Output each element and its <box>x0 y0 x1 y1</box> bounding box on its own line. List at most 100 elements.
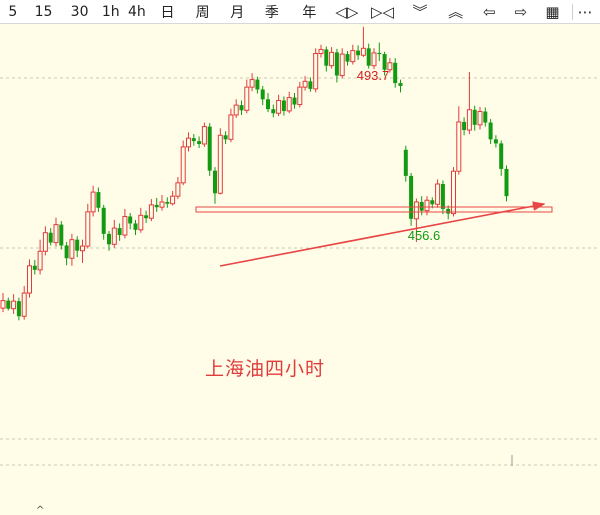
more-icon[interactable]: ⋯ <box>570 0 600 24</box>
candle[interactable] <box>75 236 80 258</box>
candle[interactable] <box>334 48 339 83</box>
candle[interactable] <box>488 119 493 144</box>
candle[interactable] <box>477 106 483 130</box>
candle[interactable] <box>360 26 366 57</box>
candle[interactable] <box>233 99 239 118</box>
candle[interactable] <box>244 79 250 114</box>
double-chevron-down-icon[interactable]: ︾ <box>400 0 440 24</box>
candle[interactable] <box>403 145 408 182</box>
candle[interactable] <box>286 91 292 114</box>
candle[interactable] <box>59 221 64 250</box>
candle[interactable] <box>122 208 128 239</box>
period-week-button[interactable]: 周 <box>185 0 221 24</box>
candle[interactable] <box>266 92 270 113</box>
candle[interactable] <box>456 106 462 175</box>
candle[interactable] <box>451 167 456 217</box>
candle[interactable] <box>324 46 329 72</box>
arrow-left-icon[interactable]: ⇦ <box>471 0 507 24</box>
candle[interactable] <box>345 51 350 66</box>
trendline-arrow[interactable] <box>219 201 546 267</box>
candle[interactable] <box>440 180 445 215</box>
candle[interactable] <box>213 167 217 204</box>
candle[interactable] <box>159 195 165 211</box>
candle[interactable] <box>409 172 414 226</box>
candle[interactable] <box>85 203 91 249</box>
candle[interactable] <box>398 79 403 93</box>
candle[interactable] <box>186 132 191 152</box>
candle[interactable] <box>271 104 276 118</box>
candle[interactable] <box>504 165 509 202</box>
candle[interactable] <box>377 42 382 62</box>
period-day-button[interactable]: 日 <box>150 0 185 24</box>
candle[interactable] <box>308 77 313 92</box>
candle[interactable] <box>313 48 319 93</box>
double-chevron-up-icon[interactable]: ︽ <box>440 0 472 24</box>
candle[interactable] <box>101 204 106 240</box>
candle[interactable] <box>165 197 170 208</box>
candle[interactable] <box>154 197 159 212</box>
period-30min-button[interactable]: 30 <box>61 0 98 24</box>
candle[interactable] <box>128 213 133 230</box>
candle[interactable] <box>197 136 202 149</box>
candle[interactable] <box>48 228 53 246</box>
candle[interactable] <box>371 48 377 70</box>
candle[interactable] <box>339 48 345 79</box>
candle[interactable] <box>483 107 488 127</box>
candle[interactable] <box>281 96 286 116</box>
candle[interactable] <box>466 72 472 135</box>
period-month-button[interactable]: 月 <box>220 0 254 24</box>
candle[interactable] <box>117 223 122 241</box>
candle[interactable] <box>0 293 6 313</box>
diamond-left-icon[interactable]: ◁▷ <box>329 0 365 24</box>
arrow-right-icon[interactable]: ⇨ <box>507 0 535 24</box>
candle[interactable] <box>292 92 297 109</box>
candle[interactable] <box>6 297 11 311</box>
candle[interactable] <box>329 47 335 69</box>
candle[interactable] <box>144 210 149 223</box>
period-season-button[interactable]: 季 <box>254 0 290 24</box>
candle[interactable] <box>111 219 117 248</box>
candle[interactable] <box>393 58 398 88</box>
bowtie-icon[interactable]: ▷◁ <box>365 0 401 24</box>
candle[interactable] <box>356 45 361 60</box>
candle[interactable] <box>53 217 59 247</box>
candle[interactable] <box>462 117 467 136</box>
candle[interactable] <box>138 207 144 233</box>
candle[interactable] <box>472 105 477 131</box>
candle[interactable] <box>96 187 101 212</box>
candle[interactable] <box>191 134 196 146</box>
period-year-button[interactable]: 年 <box>290 0 330 24</box>
candle[interactable] <box>27 259 32 298</box>
candle[interactable] <box>255 76 260 94</box>
candle[interactable] <box>499 140 504 176</box>
candle[interactable] <box>37 239 43 275</box>
candle[interactable] <box>435 179 441 208</box>
candle[interactable] <box>21 286 27 320</box>
candle[interactable] <box>69 233 75 266</box>
candle[interactable] <box>11 294 17 314</box>
candle[interactable] <box>64 242 69 266</box>
period-15min-button[interactable]: 15 <box>26 0 62 24</box>
candle[interactable] <box>170 190 176 206</box>
candle[interactable] <box>42 226 48 256</box>
candle[interactable] <box>260 85 265 106</box>
candle[interactable] <box>276 94 282 117</box>
candle[interactable] <box>175 177 181 200</box>
candle[interactable] <box>133 219 138 236</box>
candle[interactable] <box>223 131 228 144</box>
candle[interactable] <box>32 259 37 275</box>
layout-grid-icon[interactable]: ▦ <box>535 0 571 24</box>
candle[interactable] <box>217 128 223 195</box>
candle[interactable] <box>239 100 244 115</box>
candle[interactable] <box>249 73 255 92</box>
candle[interactable] <box>80 239 85 263</box>
period-5min-button[interactable]: 5 <box>0 0 26 24</box>
candle[interactable] <box>493 135 498 148</box>
candle[interactable] <box>350 44 356 65</box>
candle[interactable] <box>207 123 212 176</box>
candle[interactable] <box>180 140 186 186</box>
candle[interactable] <box>16 297 21 321</box>
candle[interactable] <box>297 81 303 108</box>
support-zone[interactable] <box>195 206 553 213</box>
candlestick-chart[interactable]: ^ 493.7 456.6 <box>0 24 600 515</box>
